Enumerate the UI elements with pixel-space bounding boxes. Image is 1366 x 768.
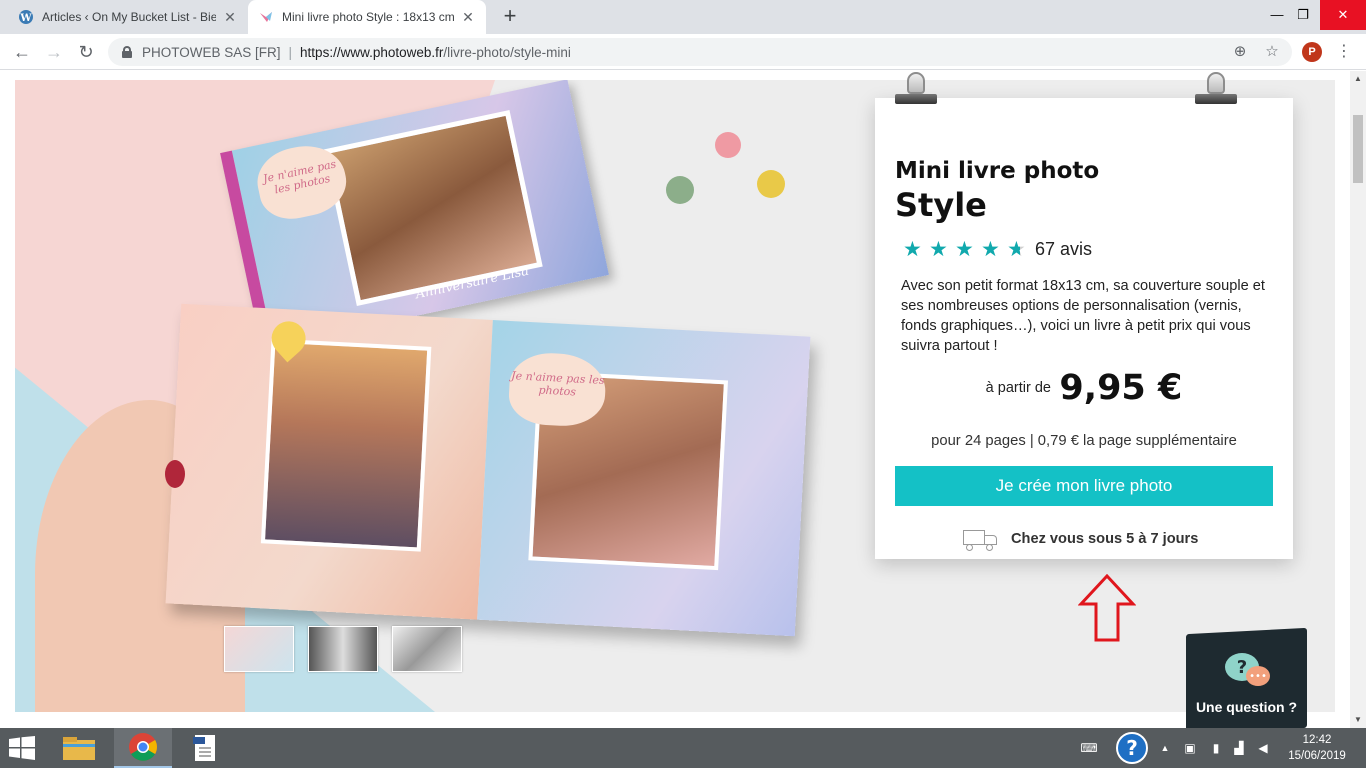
thumbnail-strip — [224, 626, 462, 672]
book-page-right: Je n'aime pas les photos — [477, 320, 811, 637]
clock-date: 15/06/2019 — [1288, 750, 1346, 762]
wordpress-icon: W — [19, 10, 33, 24]
truck-icon — [963, 528, 999, 551]
annotation-arrow-icon — [1078, 574, 1136, 642]
chat-question-icon: ? ••• — [1225, 653, 1270, 686]
back-icon[interactable]: ← — [10, 40, 34, 64]
rating-stars[interactable]: ★ ★ ★ ★ ★ 67 avis — [903, 237, 1092, 262]
clock-time: 12:42 — [1302, 734, 1332, 746]
windows-start-icon[interactable] — [8, 736, 36, 760]
chrome-taskbar-button[interactable] — [114, 728, 172, 768]
thumbnail-1[interactable] — [224, 626, 294, 672]
scroll-down-icon[interactable]: ▼ — [1350, 712, 1366, 728]
show-hidden-icons-icon[interactable]: ▲ — [1158, 736, 1172, 760]
page-photo — [260, 338, 432, 552]
svg-text:?: ? — [1237, 657, 1247, 678]
book-page-left — [165, 303, 493, 620]
keyboard-icon[interactable]: ⌨ — [1074, 736, 1104, 760]
site-owner: PHOTOWEB SAS [FR] — [142, 44, 281, 60]
windows-taskbar: ⌨ ? ▲ ▣ ▮ ▟ ◀ 12:42 15/06/2019 — [0, 728, 1366, 768]
delivery-text: Chez vous sous 5 à 7 jours — [1011, 531, 1199, 547]
price-from-label: à partir de — [985, 380, 1051, 396]
lock-icon — [122, 46, 132, 58]
close-tab-icon[interactable]: ✕ — [222, 9, 238, 25]
product-name: Style — [895, 186, 987, 224]
photoweb-icon — [260, 12, 272, 22]
thumbnail-3[interactable] — [392, 626, 462, 672]
reload-icon[interactable]: ↻ — [74, 40, 98, 64]
taskbar-clock[interactable]: 12:42 15/06/2019 — [1282, 732, 1352, 764]
pages-info: pour 24 pages | 0,79 € la page supplémen… — [931, 433, 1237, 449]
price-value: 9,95 € — [1059, 368, 1183, 408]
new-tab-button[interactable]: + — [498, 5, 522, 29]
antivirus-icon[interactable]: ▣ — [1180, 736, 1200, 760]
forward-icon[interactable]: → — [42, 40, 66, 64]
create-book-button[interactable]: Je crée mon livre photo — [895, 466, 1273, 506]
menu-icon[interactable]: ⋮ — [1336, 42, 1352, 62]
url-host: https://www.photoweb.fr — [300, 44, 444, 60]
open-photo-book: Je n'aime pas les photos — [165, 303, 811, 637]
network-icon[interactable]: ▟ — [1230, 736, 1248, 760]
fingernail-decor — [165, 460, 185, 488]
svg-text:•••: ••• — [1249, 671, 1267, 682]
help-icon[interactable]: ? — [1116, 732, 1148, 764]
close-tab-icon[interactable]: ✕ — [460, 9, 476, 25]
tab-strip: W Articles ‹ On My Bucket List - Bie ✕ M… — [0, 0, 1366, 34]
product-description: Avec son petit format 18x13 cm, sa couve… — [901, 278, 1265, 354]
url-path: /livre-photo/style-mini — [443, 44, 571, 60]
product-card: Mini livre photo Style ★ ★ ★ ★ ★ 67 avis… — [875, 72, 1293, 559]
file-explorer-taskbar-button[interactable] — [50, 728, 108, 768]
delivery-info: Chez vous sous 5 à 7 jours — [963, 528, 1199, 551]
star-icon: ★ — [929, 238, 948, 261]
tab-articles[interactable]: W Articles ‹ On My Bucket List - Bie ✕ — [8, 0, 248, 34]
document-taskbar-button[interactable] — [176, 728, 234, 768]
scrollbar-thumb[interactable] — [1353, 115, 1363, 183]
battery-icon[interactable]: ▮ — [1208, 736, 1224, 760]
tab-title: Mini livre photo Style : 18x13 cm — [282, 10, 454, 24]
thumbnail-2[interactable] — [308, 626, 378, 672]
page-scrollbar[interactable]: ▲ ▼ — [1350, 71, 1366, 728]
volume-icon[interactable]: ◀ — [1254, 736, 1272, 760]
help-widget[interactable]: ? ••• Une question ? — [1186, 637, 1307, 727]
star-icon: ★ — [903, 238, 922, 261]
decor-ball — [666, 176, 694, 204]
browser-toolbar: ← → ↻ PHOTOWEB SAS [FR] | https://www.ph… — [0, 34, 1366, 70]
binder-clip-icon — [895, 72, 937, 108]
svg-text:?: ? — [1126, 736, 1138, 760]
help-label: Une question ? — [1195, 699, 1298, 715]
page-viewport: Je n'aime pas les photos Anniversaire Li… — [0, 71, 1350, 728]
bookmark-star-icon[interactable]: ☆ — [1262, 42, 1282, 62]
decor-ball — [757, 170, 785, 198]
address-separator: | — [288, 44, 293, 60]
product-subtitle: Mini livre photo — [895, 158, 1100, 184]
price-row: à partir de 9,95 € — [875, 368, 1293, 408]
zoom-icon[interactable]: ⊕ — [1230, 42, 1250, 62]
binder-clip-icon — [1195, 72, 1237, 108]
chrome-icon — [129, 733, 157, 761]
svg-text:W: W — [19, 13, 32, 24]
reviews-count[interactable]: 67 avis — [1035, 239, 1092, 260]
scroll-up-icon[interactable]: ▲ — [1350, 71, 1366, 87]
address-bar[interactable]: PHOTOWEB SAS [FR] | https://www.photoweb… — [108, 38, 1292, 66]
tab-title: Articles ‹ On My Bucket List - Bie — [42, 10, 216, 24]
folder-icon — [63, 737, 95, 760]
decor-ball — [715, 132, 741, 158]
speech-bubble: Je n'aime pas les photos — [507, 351, 608, 428]
profile-avatar[interactable]: P — [1302, 42, 1322, 62]
half-star-icon: ★ — [1007, 237, 1033, 262]
close-window-button[interactable]: ✕ — [1320, 0, 1366, 30]
star-icon: ★ — [955, 238, 974, 261]
star-icon: ★ — [981, 238, 1000, 261]
tab-photoweb[interactable]: Mini livre photo Style : 18x13 cm ✕ — [248, 0, 486, 34]
document-icon — [193, 735, 215, 761]
